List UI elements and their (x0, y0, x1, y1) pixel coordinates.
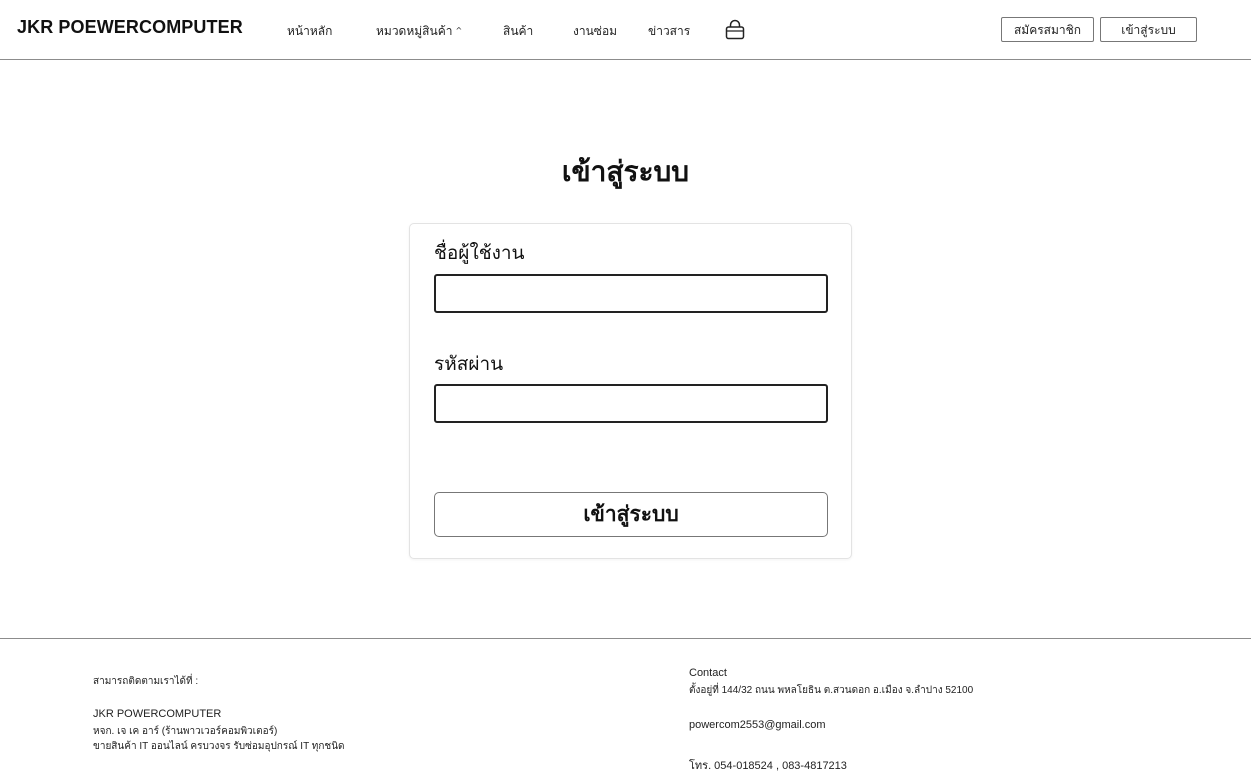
login-submit-button[interactable]: เข้าสู่ระบบ (434, 492, 828, 537)
nav-repair[interactable]: งานซ่อม (573, 22, 617, 41)
password-label: รหัสผ่าน (434, 353, 504, 375)
username-input[interactable] (434, 274, 828, 313)
shopping-bag-icon[interactable] (724, 19, 746, 41)
footer-company-name: JKR POWERCOMPUTER (93, 708, 222, 720)
caret-up-icon: ^ (455, 26, 463, 35)
top-navbar: JKR POEWERCOMPUTER หน้าหลัก หมวดหมู่สินค… (0, 0, 1251, 60)
nav-home[interactable]: หน้าหลัก (287, 22, 332, 41)
contact-phone: โทร. 054-018524 , 083-4817213 (689, 760, 847, 772)
password-input[interactable] (434, 384, 828, 423)
contact-heading: Contact (689, 667, 727, 679)
contact-address: ตั้งอยู่ที่ 144/32 ถนน พหลโยธิน ต.สวนดอก… (689, 685, 974, 696)
login-form-card: ชื่อผู้ใช้งาน รหัสผ่าน เข้าสู่ระบบ (409, 223, 852, 559)
footer-tagline: ขายสินค้า IT ออนไลน์ ครบวงจร รับซ่อมอุปก… (93, 741, 345, 752)
nav-products[interactable]: สินค้า (503, 22, 533, 41)
follow-us-label: สามารถติดตามเราได้ที่ : (93, 676, 199, 687)
nav-categories[interactable]: หมวดหมู่สินค้า ^ (376, 22, 462, 41)
login-top-button[interactable]: เข้าสู่ระบบ (1100, 17, 1197, 42)
brand-logo[interactable]: JKR POEWERCOMPUTER (17, 17, 243, 38)
contact-email[interactable]: powercom2553@gmail.com (689, 719, 826, 731)
register-button[interactable]: สมัครสมาชิก (1001, 17, 1094, 42)
nav-categories-label: หมวดหมู่สินค้า (376, 24, 453, 38)
page-title: เข้าสู่ระบบ (561, 155, 690, 188)
nav-news[interactable]: ข่าวสาร (648, 22, 690, 41)
footer: สามารถติดตามเราได้ที่ : JKR POWERCOMPUTE… (0, 638, 1251, 782)
username-label: ชื่อผู้ใช้งาน (434, 242, 525, 264)
footer-company-legal: หจก. เจ เค อาร์ (ร้านพาวเวอร์คอมพิวเตอร์… (93, 726, 278, 737)
